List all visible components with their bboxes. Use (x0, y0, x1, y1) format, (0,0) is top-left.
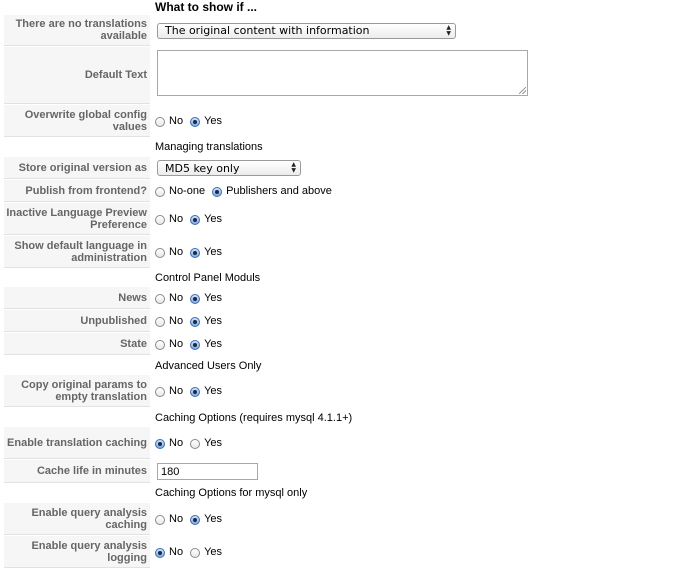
radio-icon[interactable] (190, 439, 201, 449)
row-state: State No Yes (0, 333, 690, 355)
label-default-text: Default Text (4, 47, 150, 104)
overwrite-global-yes-option[interactable]: Yes (190, 115, 222, 127)
label-unpublished: Unpublished (4, 310, 150, 332)
radio-selected-icon[interactable] (190, 340, 201, 350)
show-default-lang-yes-option[interactable]: Yes (190, 246, 222, 258)
row-enable-caching: Enable translation caching No Yes (0, 427, 690, 459)
radio-selected-icon[interactable] (190, 215, 201, 225)
label-query-analysis-caching: Enable query analysis caching (4, 503, 150, 535)
label-cache-life: Cache life in minutes (4, 460, 150, 483)
overwrite-global-no-option[interactable]: No (155, 115, 183, 127)
radio-icon[interactable] (155, 215, 165, 225)
section-managing-row: Managing translations (0, 138, 690, 155)
radio-selected-icon[interactable] (190, 387, 201, 397)
copy-params-no-option[interactable]: No (155, 385, 183, 397)
radio-icon[interactable] (155, 340, 165, 350)
header-row: What to show if ... (0, 0, 690, 14)
radio-icon[interactable] (190, 548, 201, 558)
news-yes-option[interactable]: Yes (190, 292, 222, 304)
row-no-translations: There are no translations available The … (0, 15, 690, 46)
row-inactive-language: Inactive Language Preview Preference No … (0, 203, 690, 235)
row-query-analysis-caching: Enable query analysis caching No Yes (0, 503, 690, 535)
resize-grip-icon[interactable] (519, 87, 526, 94)
radio-icon[interactable] (155, 248, 165, 258)
inactive-language-yes-option[interactable]: Yes (190, 213, 222, 225)
radio-selected-icon[interactable] (190, 294, 201, 304)
query-logging-no-option[interactable]: No (155, 546, 183, 558)
section-advanced-title: Advanced Users Only (155, 359, 262, 372)
section-caching-mysql-row: Caching Options for mysql only (0, 484, 690, 501)
radio-icon[interactable] (155, 294, 165, 304)
section-cpanel-row: Control Panel Moduls (0, 269, 690, 286)
section-caching-mysql-title: Caching Options for mysql only (155, 486, 308, 499)
label-copy-params: Copy original params to empty translatio… (4, 375, 150, 407)
row-query-analysis-logging: Enable query analysis logging No Yes (0, 536, 690, 568)
label-inactive-language: Inactive Language Preview Preference (4, 203, 150, 235)
label-store-original: Store original version as (4, 157, 150, 179)
label-query-analysis-logging: Enable query analysis logging (4, 536, 150, 568)
enable-caching-yes-option[interactable]: Yes (190, 437, 222, 449)
section-caching-row: Caching Options (requires mysql 4.1.1+) (0, 409, 690, 426)
section-managing-title: Managing translations (155, 140, 263, 153)
radio-icon[interactable] (155, 187, 165, 197)
radio-icon[interactable] (155, 515, 165, 525)
label-news: News (4, 287, 150, 309)
radio-icon[interactable] (155, 387, 165, 397)
default-text-textarea[interactable] (157, 50, 528, 96)
radio-selected-icon[interactable] (190, 317, 201, 327)
label-publish-frontend: Publish from frontend? (4, 180, 150, 202)
radio-selected-icon[interactable] (155, 439, 165, 449)
cache-life-input[interactable]: 180 (157, 463, 258, 480)
select-arrows-icon: ▲ ▼ (446, 23, 451, 37)
unpublished-yes-option[interactable]: Yes (190, 315, 222, 327)
section-caching-title: Caching Options (requires mysql 4.1.1+) (155, 411, 353, 424)
label-overwrite-global: Overwrite global config values (4, 105, 150, 137)
store-original-select[interactable]: MD5 key only ▲ ▼ (157, 160, 301, 176)
label-state: State (4, 333, 150, 355)
radio-selected-icon[interactable] (190, 248, 201, 258)
row-unpublished: Unpublished No Yes (0, 310, 690, 332)
news-no-option[interactable]: No (155, 292, 183, 304)
enable-caching-no-option[interactable]: No (155, 437, 183, 449)
inactive-language-no-option[interactable]: No (155, 213, 183, 225)
state-no-option[interactable]: No (155, 338, 183, 350)
section-advanced-row: Advanced Users Only (0, 357, 690, 374)
row-default-text: Default Text (0, 47, 690, 104)
query-caching-yes-option[interactable]: Yes (190, 513, 222, 525)
label-enable-caching: Enable translation caching (4, 427, 150, 459)
radio-selected-icon[interactable] (155, 548, 165, 558)
select-arrows-icon: ▲ ▼ (291, 161, 296, 174)
label-no-translations: There are no translations available (4, 15, 150, 46)
radio-selected-icon[interactable] (190, 117, 201, 127)
radio-icon[interactable] (155, 117, 165, 127)
row-copy-params: Copy original params to empty translatio… (0, 375, 690, 407)
row-overwrite-global: Overwrite global config values No Yes (0, 105, 690, 137)
row-cache-life: Cache life in minutes 180 (0, 460, 690, 483)
radio-selected-icon[interactable] (212, 187, 223, 197)
show-default-lang-no-option[interactable]: No (155, 246, 183, 258)
radio-selected-icon[interactable] (190, 515, 201, 525)
state-yes-option[interactable]: Yes (190, 338, 222, 350)
radio-icon[interactable] (155, 317, 165, 327)
section-header: What to show if ... (155, 0, 257, 14)
publish-noone-option[interactable]: No-one (155, 185, 205, 197)
row-publish-frontend: Publish from frontend? No-one Publishers… (0, 180, 690, 202)
row-store-original: Store original version as MD5 key only ▲… (0, 157, 690, 179)
unpublished-no-option[interactable]: No (155, 315, 183, 327)
row-news: News No Yes (0, 287, 690, 309)
no-translations-select[interactable]: The original content with information ▲ ▼ (157, 22, 456, 39)
label-show-default-lang: Show default language in administration (4, 236, 150, 268)
query-caching-no-option[interactable]: No (155, 513, 183, 525)
section-cpanel-title: Control Panel Moduls (155, 271, 261, 284)
copy-params-yes-option[interactable]: Yes (190, 385, 222, 397)
publish-publishers-option[interactable]: Publishers and above (212, 185, 332, 197)
row-show-default-lang: Show default language in administration … (0, 236, 690, 268)
query-logging-yes-option[interactable]: Yes (190, 546, 222, 558)
